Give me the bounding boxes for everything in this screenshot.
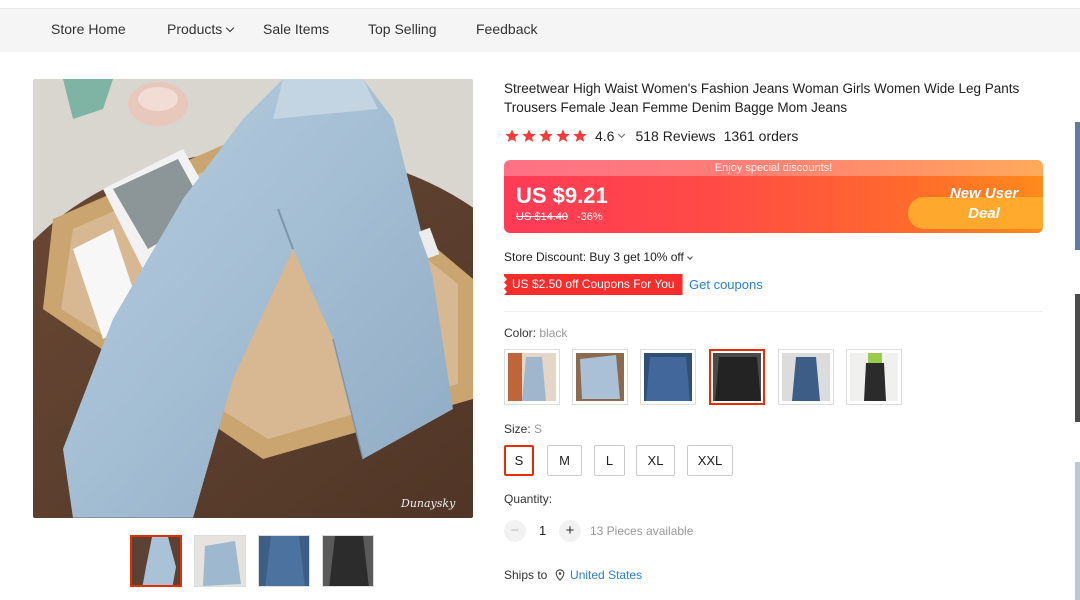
nav-top-selling-label: Top Selling bbox=[368, 21, 437, 37]
nav-feedback-label: Feedback bbox=[476, 21, 538, 37]
chevron-down-icon[interactable] bbox=[618, 130, 626, 138]
side-recommendation-image[interactable] bbox=[1075, 462, 1080, 600]
thumbnail-image bbox=[259, 536, 309, 586]
side-recommendation-image[interactable] bbox=[1075, 122, 1080, 250]
nav-products-label: Products bbox=[167, 21, 223, 37]
ships-to-label: Ships to bbox=[504, 568, 548, 582]
rating-value[interactable]: 4.6 bbox=[595, 128, 614, 144]
nav-store-home[interactable]: Store Home bbox=[51, 21, 126, 37]
store-nav: Store Home Products Sale Items Top Selli… bbox=[0, 9, 1080, 52]
side-recommendation-image[interactable] bbox=[1075, 294, 1080, 422]
original-price: US $14.40 bbox=[516, 211, 568, 223]
nav-sale-items-label: Sale Items bbox=[263, 21, 330, 37]
ship-country-link[interactable]: United States bbox=[570, 568, 642, 582]
discount-percent: -36% bbox=[577, 211, 603, 223]
deal-line-2: Deal bbox=[968, 205, 1000, 222]
new-user-deal-badge: New User Deal bbox=[934, 184, 1034, 224]
color-label-text: Color: bbox=[504, 326, 537, 340]
swatch-image bbox=[508, 353, 556, 401]
swatch-image bbox=[644, 353, 692, 401]
star-icon bbox=[522, 129, 536, 142]
current-price: US $9.21 bbox=[516, 183, 608, 208]
coupon-tag: US $2.50 off Coupons For You bbox=[504, 274, 683, 295]
size-option-xl[interactable]: XL bbox=[636, 445, 675, 476]
nav-products[interactable]: Products bbox=[167, 21, 235, 37]
pieces-available: 13 Pieces available bbox=[590, 524, 694, 538]
size-label: Size: S bbox=[504, 422, 542, 436]
color-swatch-5[interactable] bbox=[778, 349, 834, 405]
thumbnail-2[interactable] bbox=[194, 535, 246, 587]
product-title: Streetwear High Waist Women's Fashion Je… bbox=[504, 81, 1020, 115]
reviews-link[interactable]: 518 Reviews bbox=[635, 128, 715, 144]
nav-top-selling[interactable]: Top Selling bbox=[368, 21, 437, 37]
star-rating[interactable] bbox=[504, 128, 588, 144]
section-divider bbox=[504, 311, 1043, 312]
chevron-down-icon bbox=[687, 254, 693, 260]
color-swatch-2[interactable] bbox=[572, 349, 628, 405]
star-icon bbox=[556, 129, 570, 142]
thumbnail-4[interactable] bbox=[322, 535, 374, 587]
store-discount-text: Store Discount: Buy 3 get 10% off bbox=[504, 250, 684, 264]
thumbnail-image bbox=[323, 536, 373, 586]
get-coupons-link[interactable]: Get coupons bbox=[689, 277, 763, 292]
quantity-increase-button[interactable]: + bbox=[559, 520, 581, 542]
thumbnail-image bbox=[195, 536, 245, 586]
orders-count: 1361 orders bbox=[723, 128, 799, 144]
deal-line-1: New User bbox=[949, 185, 1019, 202]
nav-sale-items[interactable]: Sale Items bbox=[263, 21, 329, 37]
main-product-image[interactable]: Dunaysky bbox=[33, 79, 473, 518]
size-option-xxl[interactable]: XXL bbox=[687, 445, 733, 476]
swatch-image bbox=[576, 353, 624, 401]
swatch-image bbox=[850, 353, 898, 401]
location-pin-icon bbox=[555, 569, 565, 581]
thumbnail-1[interactable] bbox=[130, 535, 182, 587]
swatch-image bbox=[713, 353, 761, 401]
star-icon bbox=[573, 129, 587, 142]
size-label-text: Size: bbox=[504, 422, 531, 436]
ships-to-row: Ships to United States bbox=[504, 568, 642, 582]
image-watermark: Dunaysky bbox=[400, 497, 456, 510]
price-banner: Enjoy special discounts! US $9.21 US $14… bbox=[504, 160, 1043, 233]
color-selected-value: black bbox=[539, 326, 568, 340]
star-icon bbox=[539, 129, 553, 142]
thumbnail-image bbox=[132, 537, 180, 585]
rating-row: 4.6 518 Reviews 1361 orders bbox=[504, 127, 798, 145]
color-label: Color: black bbox=[504, 326, 567, 340]
color-swatch-4[interactable] bbox=[709, 349, 765, 405]
color-swatch-1[interactable] bbox=[504, 349, 560, 405]
size-selected-value: S bbox=[534, 422, 543, 436]
quantity-decrease-button[interactable]: − bbox=[504, 520, 526, 542]
star-icon bbox=[505, 129, 519, 142]
color-swatch-6[interactable] bbox=[846, 349, 902, 405]
nav-feedback[interactable]: Feedback bbox=[476, 21, 537, 37]
chevron-down-icon bbox=[226, 23, 235, 33]
quantity-label: Quantity: bbox=[504, 492, 553, 506]
size-option-l[interactable]: L bbox=[594, 445, 625, 476]
color-swatch-3[interactable] bbox=[640, 349, 696, 405]
store-discount[interactable]: Store Discount: Buy 3 get 10% off bbox=[504, 250, 693, 264]
size-option-m[interactable]: M bbox=[547, 445, 582, 476]
size-option-s[interactable]: S bbox=[504, 445, 534, 476]
thumbnail-3[interactable] bbox=[258, 535, 310, 587]
swatch-image bbox=[782, 353, 830, 401]
nav-store-home-label: Store Home bbox=[51, 21, 126, 37]
discount-strip: Enjoy special discounts! bbox=[504, 160, 1043, 176]
quantity-value[interactable]: 1 bbox=[539, 523, 546, 538]
